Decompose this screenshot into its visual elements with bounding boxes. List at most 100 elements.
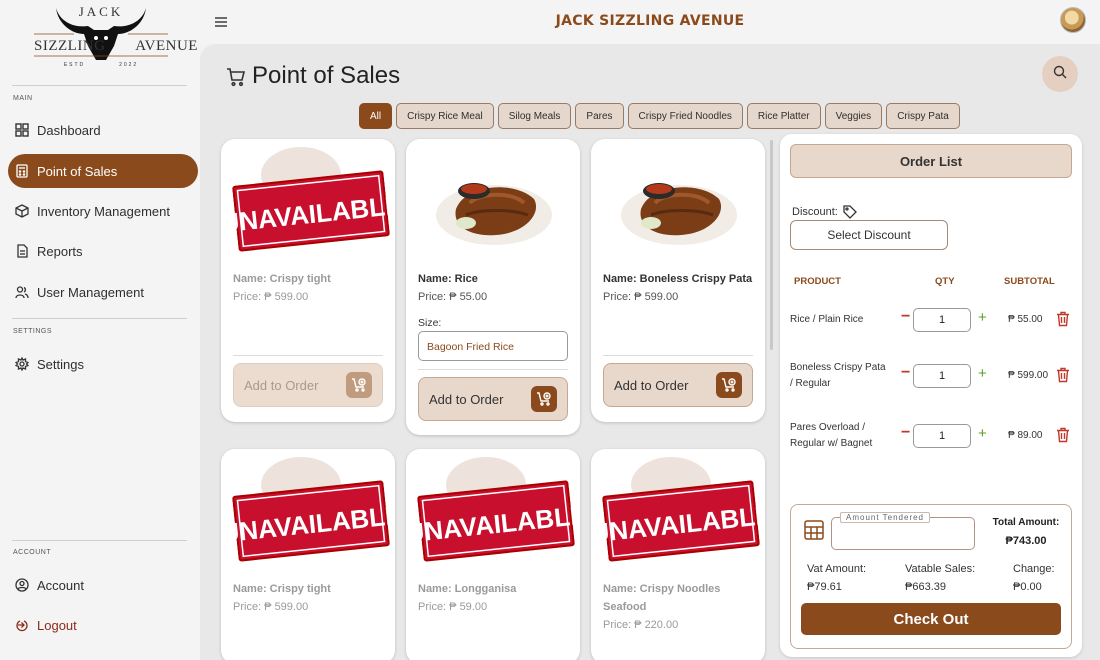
grid-icon <box>15 123 29 137</box>
vat-amount-label: Vat Amount: <box>807 563 867 575</box>
logo-estd-right: 2022 <box>119 62 139 68</box>
sidebar: JACK SIZZLING AVENUE ESTD 2022 MAIN Dash… <box>0 0 200 660</box>
section-main-label: MAIN <box>13 95 33 102</box>
decrease-qty-button[interactable]: − <box>901 424 910 442</box>
tab-pares[interactable]: Pares <box>575 103 624 129</box>
food-image <box>436 183 552 245</box>
logout-icon <box>15 618 29 632</box>
tab-veggies[interactable]: Veggies <box>824 103 883 129</box>
increase-qty-button[interactable]: + <box>978 365 987 382</box>
search-button[interactable] <box>1042 56 1078 92</box>
sidebar-item-inventory[interactable]: Inventory Management <box>8 194 198 228</box>
increase-qty-button[interactable]: + <box>978 425 987 442</box>
calculator-icon <box>803 519 825 541</box>
order-list-title: Order List <box>790 144 1072 178</box>
checkout-button[interactable]: Check Out <box>801 603 1061 635</box>
order-item-subtotal: ₱ 89.00 <box>1008 430 1043 441</box>
discount-label: Discount: <box>792 204 858 220</box>
divider <box>12 540 187 541</box>
tab-all[interactable]: All <box>359 103 393 129</box>
product-card: UNAVAILABLE Name: Crispy tight Price: ₱ … <box>221 139 395 422</box>
vatable-sales-label: Vatable Sales: <box>905 563 976 575</box>
total-amount-label: Total Amount: <box>992 517 1060 528</box>
sidebar-item-label: Logout <box>37 617 77 633</box>
page-title-text: Point of Sales <box>252 62 401 89</box>
increase-qty-button[interactable]: + <box>978 309 987 326</box>
add-to-order-button[interactable]: Add to Order <box>603 363 753 407</box>
add-cart-icon <box>716 372 742 398</box>
product-card: Name: Rice Price: ₱ 55.00 Size: Bagoon F… <box>406 139 580 435</box>
gear-icon <box>15 357 29 371</box>
column-header-product: PRODUCT <box>794 276 841 287</box>
vat-amount-value: ₱79.61 <box>807 581 842 593</box>
decrease-qty-button[interactable]: − <box>901 308 910 326</box>
tab-rice-platter[interactable]: Rice Platter <box>746 103 821 129</box>
logo-word-right: AVENUE <box>135 38 198 54</box>
size-select[interactable]: Bagoon Fried Rice <box>418 331 568 361</box>
sidebar-item-reports[interactable]: Reports <box>8 234 198 268</box>
sidebar-item-dashboard[interactable]: Dashboard <box>8 113 198 147</box>
trash-icon[interactable] <box>1056 427 1070 443</box>
tab-crispy-pata[interactable]: Crispy Pata <box>886 103 960 129</box>
order-item-name: Rice / Plain Rice <box>790 314 864 325</box>
total-amount-value: ₱743.00 <box>1005 535 1047 547</box>
divider <box>12 318 187 319</box>
sidebar-item-label: Settings <box>37 356 84 372</box>
logo-estd-left: ESTD <box>63 62 86 68</box>
section-settings-label: SETTINGS <box>13 328 53 335</box>
cart-icon <box>226 66 246 87</box>
qty-input[interactable]: 1 <box>913 308 971 332</box>
product-name-line2: Seafood <box>603 601 647 613</box>
add-cart-icon <box>346 372 372 398</box>
tab-silog-meals[interactable]: Silog Meals <box>497 103 572 129</box>
add-to-order-button[interactable]: Add to Order <box>233 363 383 407</box>
unavailable-stamp: UNAVAILABLE <box>232 170 390 252</box>
sidebar-item-settings[interactable]: Settings <box>8 347 198 381</box>
avatar[interactable] <box>1060 7 1086 33</box>
unavailable-stamp: UNAVAILABLE <box>602 480 760 562</box>
unavailable-stamp: UNAVAILABLE <box>232 480 390 562</box>
size-label: Size: <box>418 317 442 329</box>
brand-logo: JACK SIZZLING AVENUE ESTD 2022 <box>34 2 197 74</box>
discount-label-text: Discount: <box>792 206 838 218</box>
calculator-icon <box>15 164 29 178</box>
qty-input[interactable]: 1 <box>913 424 971 448</box>
change-value: ₱0.00 <box>1013 581 1042 593</box>
column-header-qty: QTY <box>935 276 955 287</box>
sidebar-item-user-management[interactable]: User Management <box>8 275 198 309</box>
logo-word-left: SIZZLING <box>34 38 106 54</box>
product-price: Price: ₱ 599.00 <box>233 291 309 303</box>
logo-text-mid: SIZZLING AVENUE <box>34 38 197 55</box>
add-to-order-button[interactable]: Add to Order <box>418 377 568 421</box>
add-cart-icon <box>531 386 557 412</box>
qty-input[interactable]: 1 <box>913 364 971 388</box>
column-header-subtotal: SUBTOTAL <box>1004 276 1055 287</box>
product-scrollbar[interactable] <box>770 140 773 350</box>
sidebar-item-account[interactable]: Account <box>8 568 198 602</box>
change-label: Change: <box>1013 563 1055 575</box>
sidebar-item-logout[interactable]: Logout <box>8 608 198 642</box>
order-item-name: Boneless Crispy Pata / Regular <box>790 362 886 389</box>
select-discount-button[interactable]: Select Discount <box>790 220 948 250</box>
product-price: Price: ₱ 59.00 <box>418 601 488 613</box>
divider <box>233 355 383 356</box>
tab-crispy-fried-noodles[interactable]: Crispy Fried Noodles <box>627 103 743 129</box>
product-price: Price: ₱ 599.00 <box>603 291 679 303</box>
amount-tendered-input[interactable]: Amount Tendered <box>831 512 975 550</box>
sidebar-item-point-of-sales[interactable]: Point of Sales <box>8 154 198 188</box>
unavailable-stamp: UNAVAILABLE <box>417 480 575 562</box>
search-icon <box>1053 65 1067 84</box>
category-tabs: All Crispy Rice Meal Silog Meals Pares C… <box>359 103 960 129</box>
trash-icon[interactable] <box>1056 367 1070 383</box>
decrease-qty-button[interactable]: − <box>901 364 910 382</box>
checkout-box: Amount Tendered Total Amount: ₱743.00 Va… <box>790 504 1072 649</box>
box-icon <box>15 204 29 218</box>
tab-crispy-rice-meal[interactable]: Crispy Rice Meal <box>396 103 494 129</box>
sidebar-item-label: Inventory Management <box>37 203 170 219</box>
product-name: Name: Crispy tight <box>233 583 331 595</box>
logo-text-top: JACK <box>78 4 124 19</box>
product-card: UNAVAILABLE Name: Longganisa Price: ₱ 59… <box>406 449 580 660</box>
sidebar-item-label: Account <box>37 577 84 593</box>
divider <box>12 85 187 86</box>
trash-icon[interactable] <box>1056 311 1070 327</box>
